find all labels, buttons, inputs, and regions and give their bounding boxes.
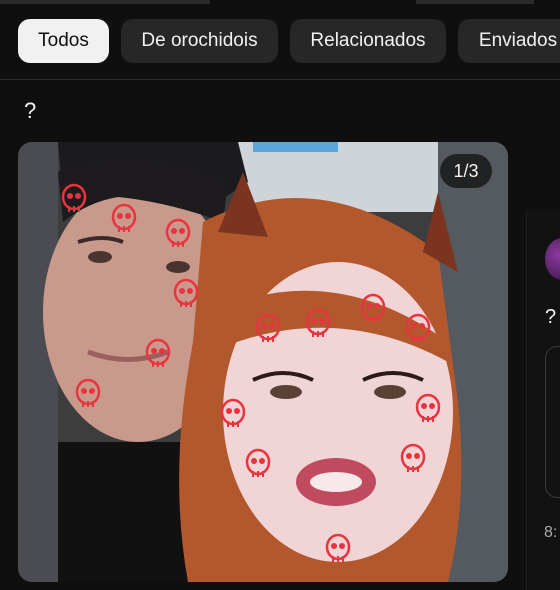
next-post-time: 8: [544, 524, 558, 541]
next-post-attachment[interactable] [545, 346, 560, 498]
top-edge-strip [0, 0, 210, 4]
top-edge-strip [416, 0, 534, 4]
top-edge [0, 0, 560, 6]
post-image-carousel[interactable] [18, 142, 508, 582]
post-text: ? [24, 98, 37, 123]
chip-enviados[interactable]: Enviados [458, 19, 560, 63]
post-photo [18, 142, 508, 582]
divider [0, 79, 560, 80]
chip-de-orochidois[interactable]: De orochidois [121, 19, 278, 63]
filter-chips: Todos De orochidois Relacionados Enviado… [0, 19, 560, 63]
chip-todos[interactable]: Todos [18, 19, 109, 63]
next-post-text: ? [545, 306, 557, 328]
image-counter-badge: 1/3 [440, 154, 492, 188]
chip-relacionados[interactable]: Relacionados [290, 19, 446, 63]
